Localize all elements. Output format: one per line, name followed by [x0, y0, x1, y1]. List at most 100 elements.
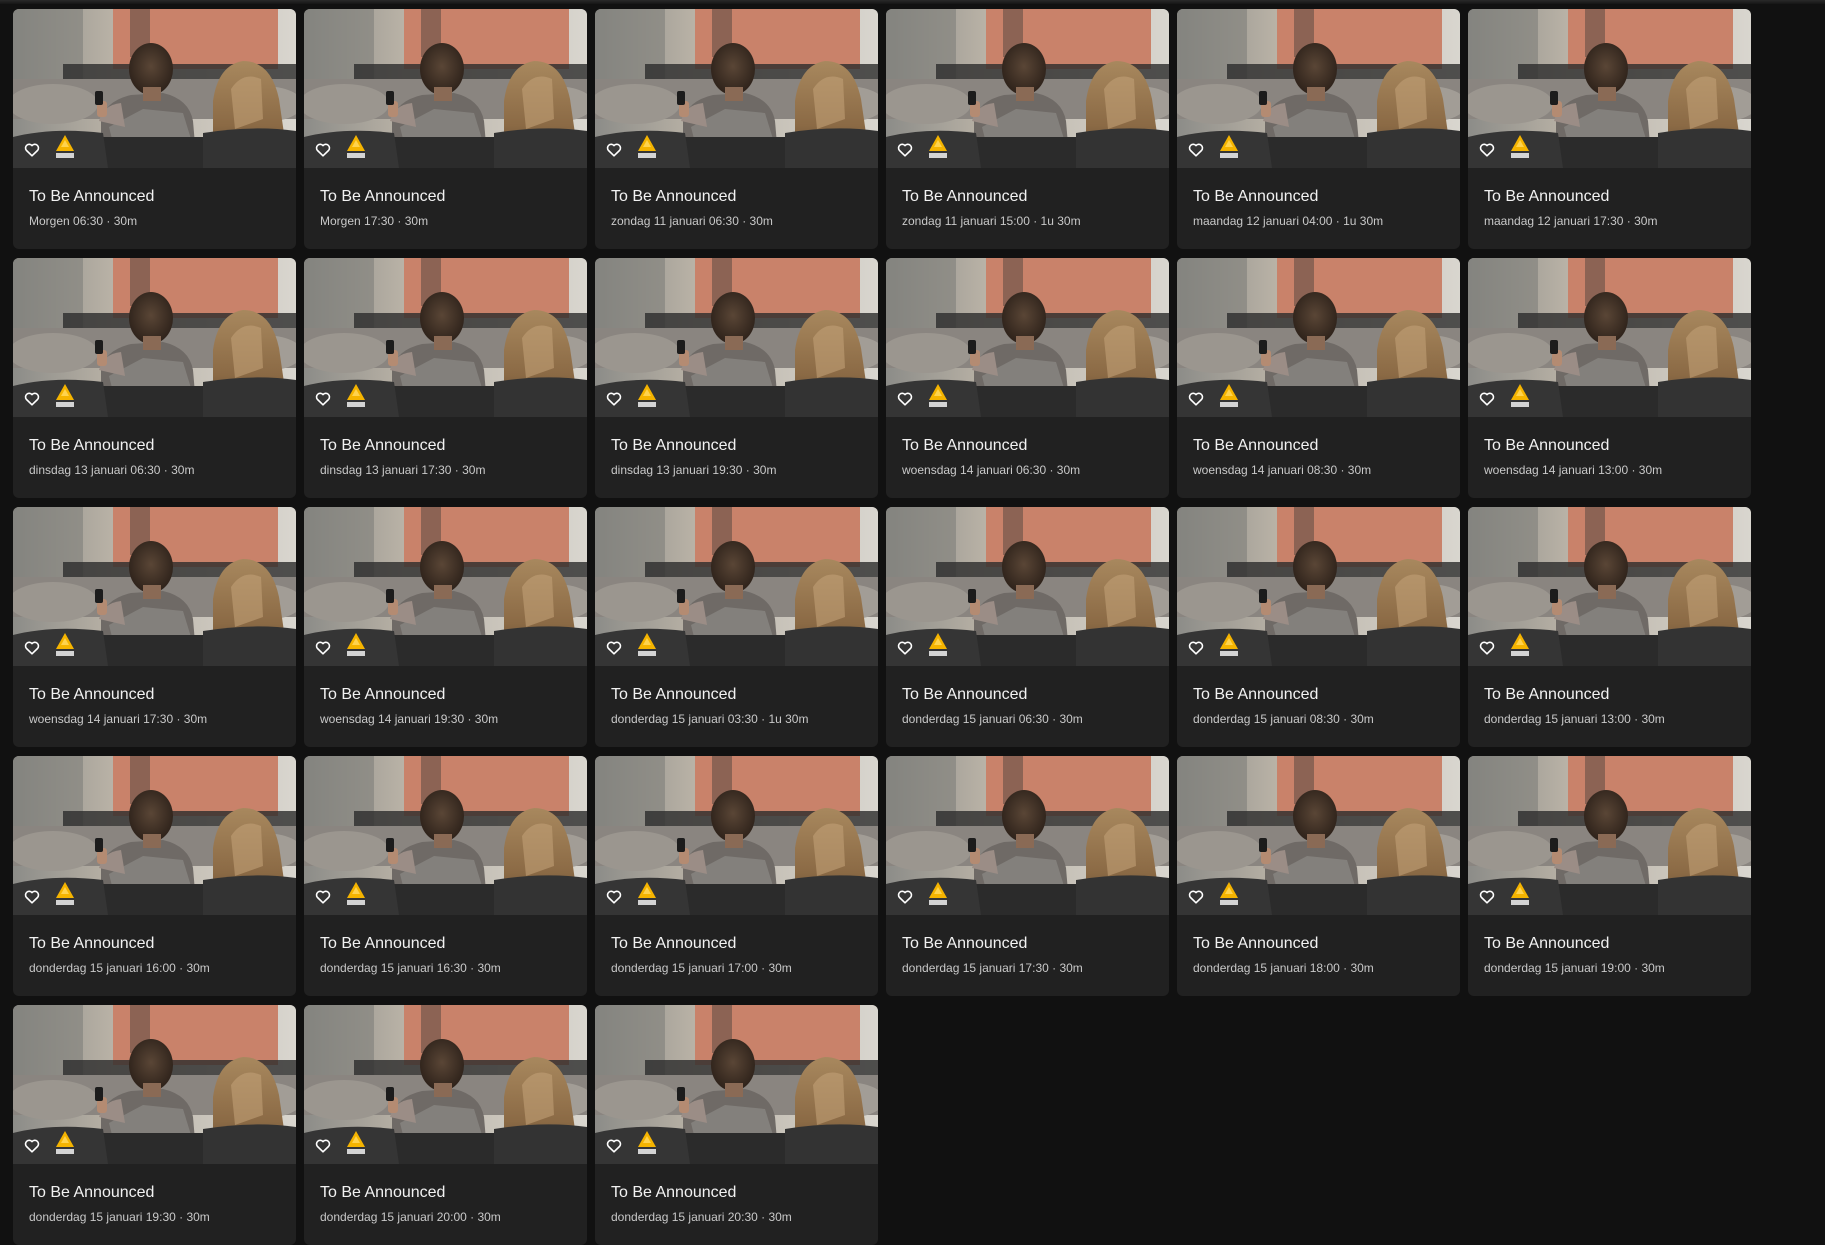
favorite-button[interactable]	[20, 386, 44, 410]
vijay-tv-logo	[636, 134, 658, 159]
heart-outline-icon	[24, 641, 40, 655]
vijay-tv-logo	[345, 881, 367, 906]
favorite-button[interactable]	[893, 137, 917, 161]
favorite-button[interactable]	[20, 635, 44, 659]
favorite-button[interactable]	[1184, 386, 1208, 410]
favorite-button[interactable]	[1475, 386, 1499, 410]
program-title: To Be Announced	[1484, 188, 1610, 205]
program-info: To Be Announced dinsdag 13 januari 19:30…	[595, 417, 878, 477]
program-title: To Be Announced	[1193, 437, 1319, 454]
program-card[interactable]: To Be Announced donderdag 15 januari 18:…	[1177, 756, 1460, 996]
program-info: To Be Announced woensdag 14 januari 08:3…	[1177, 417, 1460, 477]
program-card[interactable]: To Be Announced dinsdag 13 januari 17:30…	[304, 258, 587, 498]
heart-outline-icon	[1479, 392, 1495, 406]
favorite-button[interactable]	[893, 635, 917, 659]
program-card[interactable]: To Be Announced maandag 12 januari 04:00…	[1177, 9, 1460, 249]
program-info: To Be Announced woensdag 14 januari 19:3…	[304, 666, 587, 726]
program-card[interactable]: To Be Announced dinsdag 13 januari 19:30…	[595, 258, 878, 498]
favorite-button[interactable]	[602, 884, 626, 908]
program-card[interactable]: To Be Announced donderdag 15 januari 03:…	[595, 507, 878, 747]
favorite-button[interactable]	[893, 386, 917, 410]
heart-outline-icon	[606, 641, 622, 655]
program-card[interactable]: To Be Announced donderdag 15 januari 16:…	[304, 756, 587, 996]
favorite-button[interactable]	[1475, 137, 1499, 161]
vijay-tv-logo	[927, 383, 949, 408]
program-title: To Be Announced	[320, 1184, 446, 1201]
program-title: To Be Announced	[611, 437, 737, 454]
heart-outline-icon	[897, 392, 913, 406]
program-time: donderdag 15 januari 13:00 · 30m	[1484, 712, 1665, 726]
favorite-button[interactable]	[893, 884, 917, 908]
program-card[interactable]: To Be Announced donderdag 15 januari 20:…	[304, 1005, 587, 1245]
program-card[interactable]: To Be Announced donderdag 15 januari 19:…	[13, 1005, 296, 1245]
vijay-tv-logo	[345, 134, 367, 159]
program-title: To Be Announced	[29, 686, 155, 703]
vijay-tv-logo	[1509, 134, 1531, 159]
program-card[interactable]: To Be Announced woensdag 14 januari 13:0…	[1468, 258, 1751, 498]
program-title: To Be Announced	[611, 935, 737, 952]
favorite-button[interactable]	[602, 386, 626, 410]
program-thumbnail	[595, 756, 878, 915]
favorite-button[interactable]	[311, 884, 335, 908]
program-card[interactable]: To Be Announced donderdag 15 januari 20:…	[595, 1005, 878, 1245]
program-title: To Be Announced	[29, 935, 155, 952]
favorite-button[interactable]	[602, 635, 626, 659]
program-thumbnail	[304, 1005, 587, 1164]
vijay-tv-logo	[54, 383, 76, 408]
program-card[interactable]: To Be Announced donderdag 15 januari 06:…	[886, 507, 1169, 747]
program-info: To Be Announced zondag 11 januari 06:30 …	[595, 168, 878, 228]
vijay-tv-logo	[1509, 881, 1531, 906]
program-card[interactable]: To Be Announced woensdag 14 januari 19:3…	[304, 507, 587, 747]
heart-outline-icon	[606, 890, 622, 904]
favorite-button[interactable]	[311, 635, 335, 659]
program-card[interactable]: To Be Announced donderdag 15 januari 17:…	[595, 756, 878, 996]
vijay-tv-logo	[636, 881, 658, 906]
program-title: To Be Announced	[1193, 188, 1319, 205]
program-time: maandag 12 januari 17:30 · 30m	[1484, 214, 1658, 228]
vijay-tv-logo	[345, 1130, 367, 1155]
program-card[interactable]: To Be Announced zondag 11 januari 06:30 …	[595, 9, 878, 249]
favorite-button[interactable]	[1184, 635, 1208, 659]
favorite-button[interactable]	[20, 1133, 44, 1157]
program-title: To Be Announced	[29, 437, 155, 454]
vijay-tv-logo	[1218, 134, 1240, 159]
vijay-tv-logo	[927, 134, 949, 159]
program-card[interactable]: To Be Announced donderdag 15 januari 13:…	[1468, 507, 1751, 747]
vijay-tv-logo	[1218, 632, 1240, 657]
favorite-button[interactable]	[602, 137, 626, 161]
favorite-button[interactable]	[311, 137, 335, 161]
favorite-button[interactable]	[20, 137, 44, 161]
program-info: To Be Announced woensdag 14 januari 13:0…	[1468, 417, 1751, 477]
program-card[interactable]: To Be Announced Morgen 06:30 · 30m	[13, 9, 296, 249]
vijay-tv-logo	[927, 881, 949, 906]
heart-outline-icon	[24, 890, 40, 904]
favorite-button[interactable]	[1475, 884, 1499, 908]
favorite-button[interactable]	[602, 1133, 626, 1157]
program-card[interactable]: To Be Announced zondag 11 januari 15:00 …	[886, 9, 1169, 249]
program-card[interactable]: To Be Announced Morgen 17:30 · 30m	[304, 9, 587, 249]
favorite-button[interactable]	[311, 386, 335, 410]
program-thumbnail	[304, 258, 587, 417]
program-card[interactable]: To Be Announced donderdag 15 januari 19:…	[1468, 756, 1751, 996]
top-divider	[0, 0, 1825, 4]
favorite-button[interactable]	[1184, 884, 1208, 908]
program-title: To Be Announced	[1193, 686, 1319, 703]
favorite-button[interactable]	[20, 884, 44, 908]
program-time: woensdag 14 januari 08:30 · 30m	[1193, 463, 1372, 477]
program-info: To Be Announced woensdag 14 januari 17:3…	[13, 666, 296, 726]
program-card[interactable]: To Be Announced woensdag 14 januari 17:3…	[13, 507, 296, 747]
program-card[interactable]: To Be Announced maandag 12 januari 17:30…	[1468, 9, 1751, 249]
program-card[interactable]: To Be Announced dinsdag 13 januari 06:30…	[13, 258, 296, 498]
program-card[interactable]: To Be Announced woensdag 14 januari 06:3…	[886, 258, 1169, 498]
program-time: Morgen 17:30 · 30m	[320, 214, 429, 228]
favorite-button[interactable]	[311, 1133, 335, 1157]
heart-outline-icon	[606, 143, 622, 157]
heart-outline-icon	[897, 143, 913, 157]
program-card[interactable]: To Be Announced donderdag 15 januari 17:…	[886, 756, 1169, 996]
program-card[interactable]: To Be Announced donderdag 15 januari 08:…	[1177, 507, 1460, 747]
heart-outline-icon	[315, 1139, 331, 1153]
favorite-button[interactable]	[1184, 137, 1208, 161]
favorite-button[interactable]	[1475, 635, 1499, 659]
program-card[interactable]: To Be Announced woensdag 14 januari 08:3…	[1177, 258, 1460, 498]
program-card[interactable]: To Be Announced donderdag 15 januari 16:…	[13, 756, 296, 996]
